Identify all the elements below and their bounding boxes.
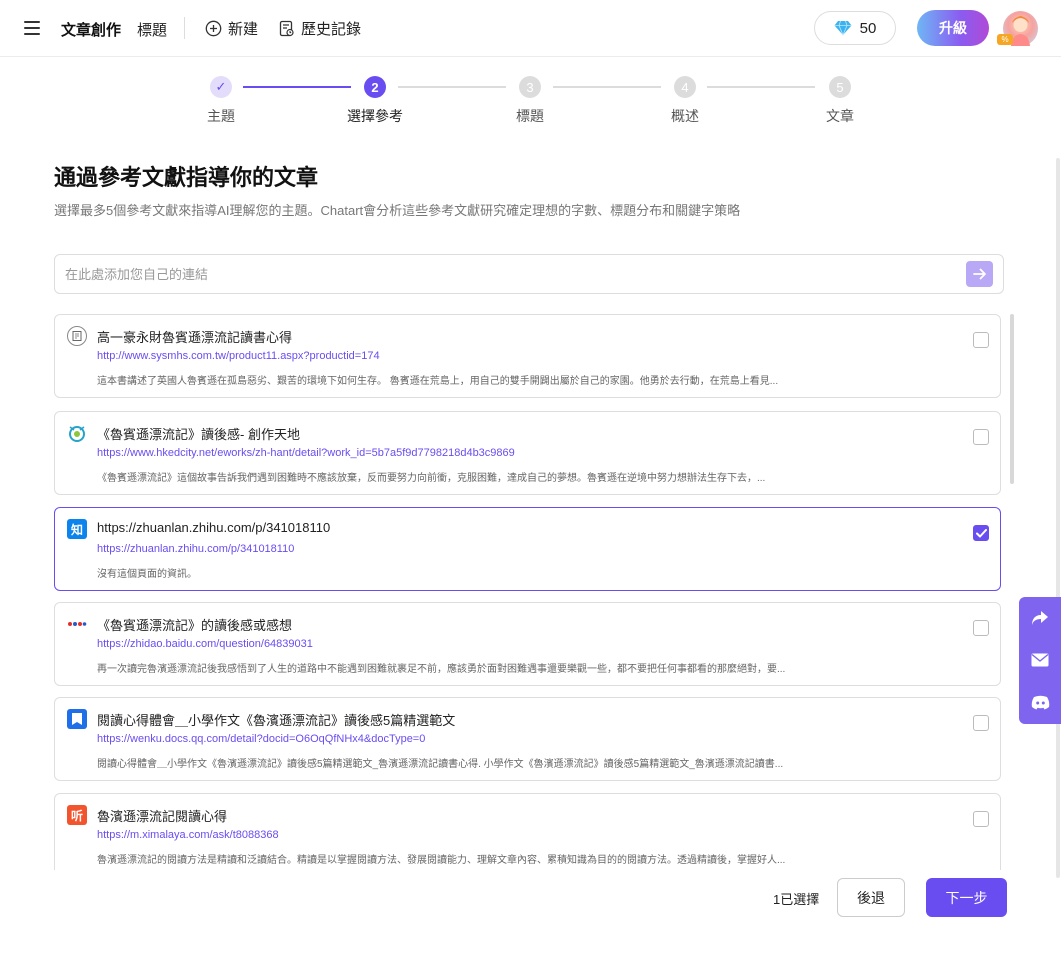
mail-icon[interactable] [1030, 650, 1050, 670]
reference-title[interactable]: 高一豪永財魯賓遜漂流記讀書心得 [97, 327, 292, 346]
new-label: 新建 [228, 21, 259, 38]
tencent-docs-icon [67, 709, 87, 729]
reference-title[interactable]: https://zhuanlan.zhihu.com/p/341018110 [97, 520, 330, 535]
selected-count: 1已選擇 [773, 892, 820, 907]
reference-checkbox[interactable] [973, 715, 989, 731]
reference-url[interactable]: https://zhuanlan.zhihu.com/p/341018110 [97, 543, 294, 555]
reference-card[interactable]: 《魯賓遜漂流記》讀後感- 創作天地 https://www.hkedcity.n… [54, 411, 1001, 495]
page-title: 通過參考文獻指導你的文章 [54, 165, 319, 190]
step-label: 文章 [826, 108, 854, 124]
list-scrollbar[interactable] [1010, 314, 1014, 484]
check-icon [975, 528, 987, 537]
step-label: 主題 [207, 108, 235, 124]
step-outline: 4 概述 [640, 76, 730, 126]
step-circle: 4 [674, 76, 696, 98]
reference-description: 閱讀心得體會＿小學作文《魯濱遜漂流記》讀後感5篇精選範文_魯濱遜漂流記讀書心得.… [97, 759, 784, 770]
step-label: 選擇參考 [347, 108, 403, 124]
menu-icon[interactable] [24, 21, 40, 35]
step-label: 概述 [671, 108, 699, 124]
title-tab[interactable]: 標題 [137, 19, 167, 40]
avatar[interactable]: % [997, 11, 1038, 46]
history-button[interactable]: 歷史記錄 [278, 18, 361, 39]
step-title: 3 標題 [485, 76, 575, 126]
reference-description: 《魯賓遜漂流記》這個故事告訴我們遇到困難時不應該放棄，反而要努力向前衝，克服困難… [97, 473, 766, 484]
reference-card[interactable]: 高一豪永財魯賓遜漂流記讀書心得 http://www.sysmhs.com.tw… [54, 314, 1001, 398]
step-circle: 3 [519, 76, 541, 98]
step-label: 標題 [516, 108, 544, 124]
submit-link-button[interactable] [966, 261, 993, 287]
reference-description: 魯濱遜漂流記的閱讀方法是精讀和泛讀結合。精讀是以掌握閱讀方法、發展閱讀能力、理解… [97, 855, 786, 866]
step-circle: 5 [829, 76, 851, 98]
upgrade-button[interactable]: 升級 [917, 10, 989, 46]
page-scrollbar[interactable] [1056, 158, 1060, 878]
reference-title[interactable]: 魯濱遜漂流記閱讀心得 [97, 806, 227, 825]
reference-title[interactable]: 閱讀心得體會＿小學作文《魯濱遜漂流記》讀後感5篇精選範文 [97, 710, 455, 729]
reference-description: 這本書講述了英國人魯賓遜在孤島惡劣、艱苦的環境下如何生存。 魯賓遜在荒島上，用自… [97, 376, 779, 387]
reference-checkbox[interactable] [973, 811, 989, 827]
reference-title[interactable]: 《魯賓遜漂流記》讀後感- 創作天地 [97, 424, 300, 443]
avatar-badge: % [997, 34, 1013, 45]
reference-checkbox[interactable] [973, 332, 989, 348]
document-icon [67, 326, 87, 346]
step-select-reference[interactable]: 2 選擇參考 [330, 76, 420, 126]
step-circle: 2 [364, 76, 386, 98]
reference-card[interactable]: 知 https://zhuanlan.zhihu.com/p/341018110… [54, 507, 1001, 591]
zhihu-icon: 知 [67, 519, 87, 539]
side-toolbar [1019, 597, 1061, 724]
app-title[interactable]: 文章創作 [61, 19, 121, 40]
arrow-right-icon [972, 268, 986, 280]
reference-checkbox[interactable] [973, 429, 989, 445]
step-circle: ✓ [210, 76, 232, 98]
baidu-icon [67, 614, 87, 634]
reference-url[interactable]: https://m.ximalaya.com/ask/t8088368 [97, 829, 279, 841]
page-subtitle: 選擇最多5個參考文獻來指導AI理解您的主題。Chatart會分析這些參考文獻研究… [54, 203, 741, 218]
history-doc-icon [279, 20, 294, 37]
reference-url[interactable]: https://wenku.docs.qq.com/detail?docid=O… [97, 733, 425, 745]
top-bar: 文章創作 標題 新建 歷史記錄 50 升級 % [0, 0, 1061, 57]
history-label: 歷史記錄 [301, 21, 362, 38]
reference-description: 再一次讀完魯濱遜漂流記後我感悟到了人生的道路中不能遇到困難就裹足不前，應該勇於面… [97, 664, 786, 675]
discord-icon[interactable] [1030, 692, 1050, 712]
back-button[interactable]: 後退 [837, 878, 905, 917]
reference-checkbox[interactable] [973, 525, 989, 541]
next-button[interactable]: 下一步 [926, 878, 1007, 917]
reference-card[interactable]: 听 魯濱遜漂流記閱讀心得 https://m.ximalaya.com/ask/… [54, 793, 1001, 870]
reference-card[interactable]: 《魯賓遜漂流記》的讀後感或感想 https://zhidao.baidu.com… [54, 602, 1001, 686]
share-icon[interactable] [1030, 608, 1050, 628]
progress-stepper: ✓ 主題 2 選擇參考 3 標題 4 概述 5 文章 [0, 70, 1061, 130]
credits-badge[interactable]: 50 [814, 11, 896, 45]
reference-checkbox[interactable] [973, 620, 989, 636]
reference-description: 沒有這個頁面的資訊。 [97, 569, 197, 580]
diamond-icon [834, 20, 852, 36]
reference-url[interactable]: http://www.sysmhs.com.tw/product11.aspx?… [97, 350, 380, 362]
step-topic[interactable]: ✓ 主題 [176, 76, 266, 126]
reference-url[interactable]: https://www.hkedcity.net/eworks/zh-hant/… [97, 447, 515, 459]
ximalaya-icon: 听 [67, 805, 87, 825]
reference-card[interactable]: 閱讀心得體會＿小學作文《魯濱遜漂流記》讀後感5篇精選範文 https://wen… [54, 697, 1001, 781]
reference-list: 高一豪永財魯賓遜漂流記讀書心得 http://www.sysmhs.com.tw… [54, 314, 1010, 870]
credits-count: 50 [859, 19, 877, 37]
reference-url[interactable]: https://zhidao.baidu.com/question/648390… [97, 638, 313, 650]
new-button[interactable]: 新建 [205, 18, 258, 39]
plus-circle-icon [205, 20, 222, 37]
custom-link-input[interactable] [54, 254, 1004, 294]
divider [184, 17, 185, 39]
step-article: 5 文章 [795, 76, 885, 126]
hkedcity-icon [67, 423, 87, 443]
reference-title[interactable]: 《魯賓遜漂流記》的讀後感或感想 [97, 615, 292, 634]
